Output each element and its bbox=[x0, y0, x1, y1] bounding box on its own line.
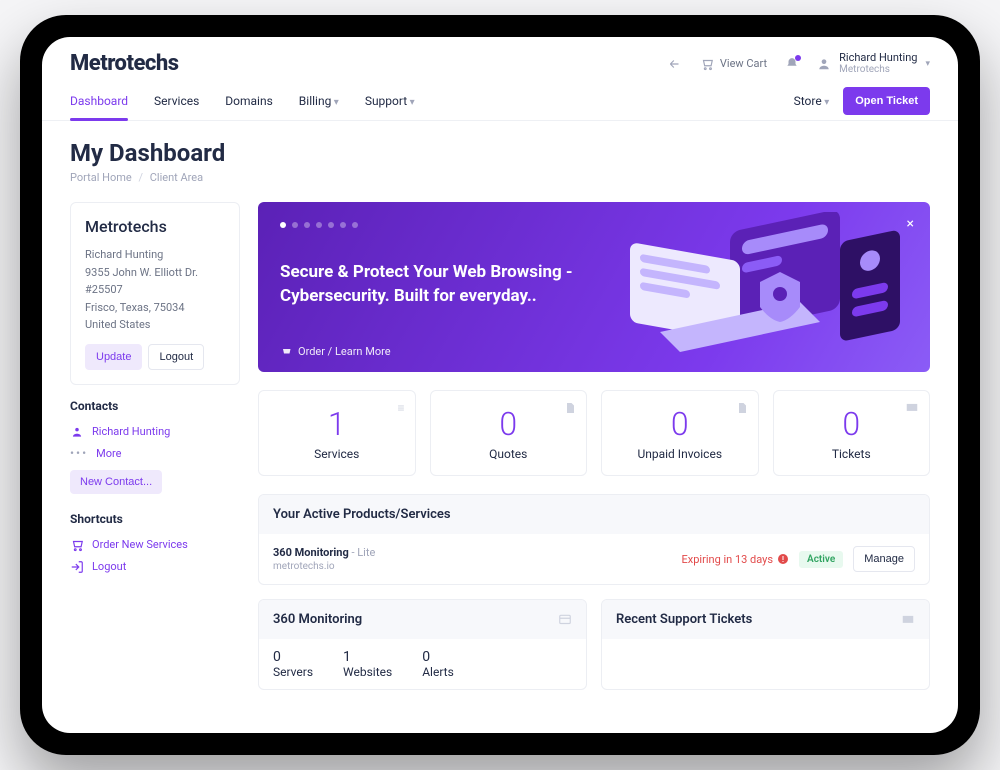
account-street: 9355 John W. Elliott Dr. bbox=[85, 264, 225, 282]
user-org: Metrotechs bbox=[839, 64, 917, 75]
nav-services[interactable]: Services bbox=[154, 82, 199, 120]
expiring-label: Expiring in 13 days bbox=[682, 553, 790, 566]
manage-button[interactable]: Manage bbox=[853, 546, 915, 572]
stat-invoices[interactable]: 0 Unpaid Invoices bbox=[601, 390, 759, 476]
account-city: Frisco, Texas, 75034 bbox=[85, 299, 225, 317]
tablet-frame: Metrotechs View Cart Richard Hunting Met… bbox=[20, 15, 980, 755]
breadcrumb: Portal Home / Client Area bbox=[70, 171, 930, 184]
notifications-icon[interactable] bbox=[785, 57, 799, 71]
view-cart-label: View Cart bbox=[720, 57, 767, 70]
new-contact-button[interactable]: New Contact... bbox=[70, 470, 162, 494]
nav-billing[interactable]: Billing bbox=[299, 82, 339, 120]
contact-primary[interactable]: Richard Hunting bbox=[70, 421, 240, 443]
banner-illustration bbox=[590, 212, 910, 372]
stat-quotes[interactable]: 0 Quotes bbox=[430, 390, 588, 476]
contacts-heading: Contacts bbox=[70, 399, 240, 413]
view-cart-link[interactable]: View Cart bbox=[700, 57, 767, 71]
monitoring-heading: 360 Monitoring bbox=[273, 612, 362, 627]
product-host: metrotechs.io bbox=[273, 561, 375, 572]
brand-logo[interactable]: Metrotechs bbox=[70, 51, 179, 76]
tickets-heading: Recent Support Tickets bbox=[616, 612, 752, 627]
page-title: My Dashboard bbox=[70, 139, 930, 167]
account-unit: #25507 bbox=[85, 281, 225, 299]
warning-icon bbox=[777, 553, 789, 565]
nav-domains[interactable]: Domains bbox=[225, 82, 273, 120]
account-country: United States bbox=[85, 316, 225, 334]
account-company: Metrotechs bbox=[85, 217, 225, 236]
user-name: Richard Hunting bbox=[839, 52, 917, 64]
update-button[interactable]: Update bbox=[85, 344, 142, 370]
quotes-icon bbox=[564, 401, 576, 415]
screen: Metrotechs View Cart Richard Hunting Met… bbox=[42, 37, 958, 733]
tickets-icon bbox=[901, 613, 915, 627]
stat-tickets[interactable]: 0 Tickets bbox=[773, 390, 931, 476]
tickets-panel: Recent Support Tickets bbox=[601, 599, 930, 690]
user-menu[interactable]: Richard Hunting Metrotechs ▾ bbox=[817, 52, 930, 75]
monitoring-icon bbox=[558, 613, 572, 627]
product-row: 360 Monitoring - Lite metrotechs.io Expi… bbox=[259, 534, 929, 584]
chevron-down-icon: ▾ bbox=[925, 59, 930, 69]
share-icon[interactable] bbox=[668, 57, 682, 71]
active-products-panel: Your Active Products/Services 360 Monito… bbox=[258, 494, 930, 585]
crumb-home[interactable]: Portal Home bbox=[70, 171, 132, 184]
open-ticket-button[interactable]: Open Ticket bbox=[843, 87, 930, 115]
shortcut-logout[interactable]: Logout bbox=[70, 556, 240, 578]
product-plan: - Lite bbox=[349, 546, 376, 559]
shortcut-order[interactable]: Order New Services bbox=[70, 534, 240, 556]
tickets-icon bbox=[905, 401, 919, 415]
shortcuts-heading: Shortcuts bbox=[70, 512, 240, 526]
active-products-heading: Your Active Products/Services bbox=[273, 507, 451, 522]
account-name: Richard Hunting bbox=[85, 246, 225, 264]
banner-title: Secure & Protect Your Web Browsing - Cyb… bbox=[280, 261, 580, 309]
promo-banner[interactable]: × Secure & Protect Your Web Browsing - C… bbox=[258, 202, 930, 372]
nav-dashboard[interactable]: Dashboard bbox=[70, 82, 128, 120]
stat-services[interactable]: ≡ 1 Services bbox=[258, 390, 416, 476]
crumb-current: Client Area bbox=[150, 171, 203, 184]
services-icon: ≡ bbox=[397, 401, 404, 415]
monitoring-panel: 360 Monitoring 0Servers 1Websites 0Alert… bbox=[258, 599, 587, 690]
status-badge: Active bbox=[799, 551, 843, 568]
account-card: Metrotechs Richard Hunting 9355 John W. … bbox=[70, 202, 240, 385]
nav-store[interactable]: Store bbox=[794, 94, 830, 108]
logout-button[interactable]: Logout bbox=[148, 344, 204, 370]
nav-support[interactable]: Support bbox=[365, 82, 415, 120]
product-name[interactable]: 360 Monitoring bbox=[273, 546, 349, 559]
contacts-more[interactable]: ••• More bbox=[70, 443, 240, 464]
invoices-icon bbox=[736, 401, 748, 415]
